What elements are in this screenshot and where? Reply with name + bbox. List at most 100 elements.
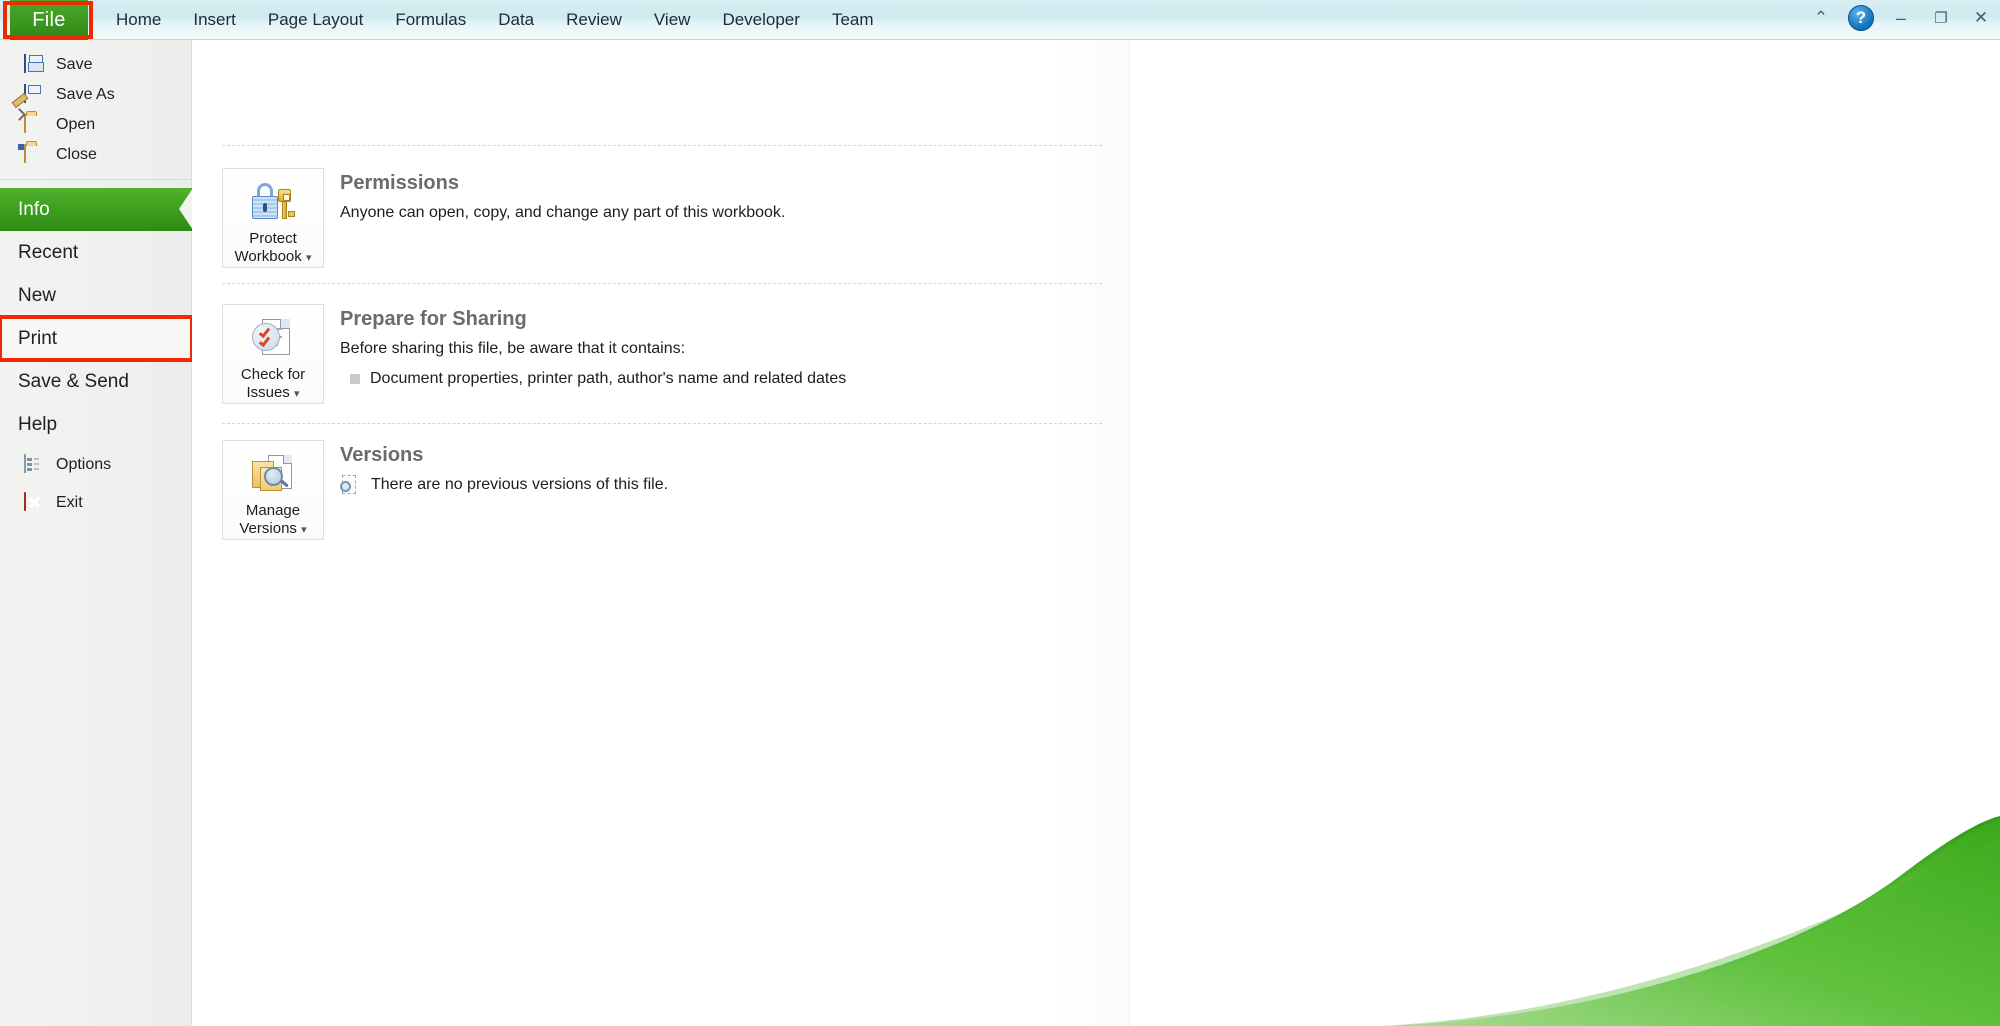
close-window-icon[interactable]: ✕ — [1968, 6, 1994, 30]
sidebar-divider — [0, 179, 191, 180]
prepare-for-sharing-section: Check for Issues ▾ Prepare for Sharing B… — [222, 304, 846, 404]
sidebar-item-recent-label: Recent — [18, 241, 79, 263]
manage-versions-button[interactable]: Manage Versions ▾ — [222, 440, 324, 540]
ribbon-tab-list: Home Insert Page Layout Formulas Data Re… — [100, 0, 890, 40]
versions-body: Versions There are no previous versions … — [340, 440, 668, 497]
tab-review[interactable]: Review — [550, 0, 638, 40]
check-for-issues-button[interactable]: Check for Issues ▾ — [222, 304, 324, 404]
bullet-square-icon — [350, 374, 360, 384]
check-for-issues-label-line1: Check for — [240, 366, 306, 383]
sidebar-footer: Options Exit — [0, 450, 191, 518]
chevron-down-icon: ▾ — [293, 388, 300, 400]
backstage-sidebar: Save Save As Open Close Info Recent New … — [0, 40, 194, 1026]
tab-data[interactable]: Data — [482, 0, 550, 40]
tab-view[interactable]: View — [638, 0, 707, 40]
sidebar-item-options-label: Options — [56, 456, 112, 473]
sidebar-item-print-label: Print — [18, 327, 58, 349]
sidebar-item-info-label: Info — [18, 198, 50, 220]
sidebar-item-save-as[interactable]: Save As — [0, 80, 191, 110]
tab-insert-label: Insert — [193, 10, 236, 29]
exit-icon — [24, 491, 45, 514]
divider-bottom — [222, 423, 1102, 424]
save-icon — [24, 53, 45, 76]
sidebar-item-open-label: Open — [56, 116, 96, 133]
prepare-for-sharing-description: Before sharing this file, be aware that … — [340, 340, 686, 357]
tab-file[interactable]: File — [10, 0, 88, 40]
document-check-icon — [250, 315, 296, 360]
help-icon[interactable]: ? — [1848, 5, 1874, 31]
permissions-title: Permissions — [340, 172, 459, 194]
tab-review-label: Review — [566, 10, 622, 29]
sidebar-item-close-label: Close — [56, 146, 97, 163]
versions-title: Versions — [340, 444, 424, 466]
sidebar-item-exit[interactable]: Exit — [0, 488, 191, 518]
sidebar-item-recent[interactable]: Recent — [0, 231, 191, 274]
sidebar-item-help-label: Help — [18, 413, 58, 435]
version-document-icon — [340, 474, 359, 496]
sidebar-item-new[interactable]: New — [0, 274, 191, 317]
sidebar-item-save-as-label: Save As — [56, 86, 115, 103]
versions-description: There are no previous versions of this f… — [371, 476, 669, 493]
tab-developer-label: Developer — [722, 10, 800, 29]
sidebar-commands: Save Save As Open Close — [0, 40, 191, 170]
versions-status-row: There are no previous versions of this f… — [340, 473, 668, 497]
tab-data-label: Data — [498, 10, 535, 29]
sidebar-item-help[interactable]: Help — [0, 403, 191, 446]
sidebar-item-info[interactable]: Info — [0, 188, 193, 231]
close-folder-icon — [24, 143, 45, 166]
options-icon — [24, 453, 45, 476]
tab-page-layout-label: Page Layout — [267, 10, 364, 29]
restore-window-icon[interactable]: ❐ — [1928, 6, 1954, 30]
lock-key-icon — [250, 179, 296, 224]
backstage-main: Protect Workbook ▾ Permissions Anyone ca… — [192, 40, 2000, 1026]
prepare-for-sharing-body: Prepare for Sharing Before sharing this … — [340, 304, 846, 391]
protect-workbook-label-line1: Protect — [249, 230, 297, 247]
sidebar-item-print[interactable]: Print — [0, 315, 194, 362]
sidebar-item-new-label: New — [18, 284, 57, 306]
sidebar-nav: Info Recent New Print Save & Send Help — [0, 188, 194, 446]
sidebar-item-save-and-send-label: Save & Send — [18, 370, 129, 392]
protect-workbook-label-line2: Workbook — [234, 248, 302, 265]
tab-developer[interactable]: Developer — [706, 0, 816, 40]
tab-formulas[interactable]: Formulas — [379, 0, 482, 40]
permissions-description: Anyone can open, copy, and change any pa… — [340, 204, 786, 221]
versions-section: Manage Versions ▾ Versions There are no … — [222, 440, 668, 540]
excel-backstage-window: File Home Insert Page Layout Formulas Da… — [0, 0, 2000, 1026]
manage-versions-label-line1: Manage — [245, 502, 301, 519]
tab-insert[interactable]: Insert — [177, 0, 252, 40]
chevron-down-icon: ▾ — [305, 252, 312, 264]
tab-team-label: Team — [831, 10, 874, 29]
properties-panel — [1131, 40, 2000, 1026]
sidebar-item-exit-label: Exit — [56, 494, 83, 511]
divider-top — [222, 145, 1102, 146]
tab-home-label: Home — [116, 10, 162, 29]
minimize-window-icon[interactable]: – — [1888, 6, 1914, 30]
info-panel: Protect Workbook ▾ Permissions Anyone ca… — [192, 40, 1130, 1026]
protect-workbook-button[interactable]: Protect Workbook ▾ — [222, 168, 324, 268]
prepare-for-sharing-title: Prepare for Sharing — [340, 308, 527, 330]
chevron-down-icon: ▾ — [301, 524, 307, 536]
sidebar-item-save[interactable]: Save — [0, 50, 191, 80]
divider-middle — [222, 283, 1102, 284]
tab-team[interactable]: Team — [816, 0, 890, 40]
window-controls: ⌃ ? – ❐ ✕ — [1808, 0, 1994, 36]
manage-versions-icon — [250, 451, 296, 496]
minimize-ribbon-icon[interactable]: ⌃ — [1808, 6, 1834, 30]
sidebar-item-close[interactable]: Close — [0, 140, 191, 170]
tab-home[interactable]: Home — [100, 0, 177, 40]
open-folder-icon — [24, 113, 45, 136]
permissions-body: Permissions Anyone can open, copy, and c… — [340, 168, 785, 225]
permissions-section: Protect Workbook ▾ Permissions Anyone ca… — [222, 168, 785, 268]
manage-versions-label-line2: Versions — [239, 520, 297, 537]
prepare-bullet-row: Document properties, printer path, autho… — [340, 367, 846, 391]
sidebar-item-options[interactable]: Options — [0, 450, 191, 480]
ribbon-bar: File Home Insert Page Layout Formulas Da… — [0, 0, 2000, 40]
sidebar-item-save-label: Save — [56, 56, 93, 73]
tab-formulas-label: Formulas — [395, 10, 467, 29]
prepare-bullet-text: Document properties, printer path, autho… — [370, 370, 847, 387]
sidebar-item-open[interactable]: Open — [0, 110, 191, 140]
save-as-icon — [24, 83, 45, 106]
tab-page-layout[interactable]: Page Layout — [252, 0, 379, 40]
check-for-issues-label-line2: Issues — [246, 384, 290, 401]
sidebar-item-save-and-send[interactable]: Save & Send — [0, 360, 191, 403]
